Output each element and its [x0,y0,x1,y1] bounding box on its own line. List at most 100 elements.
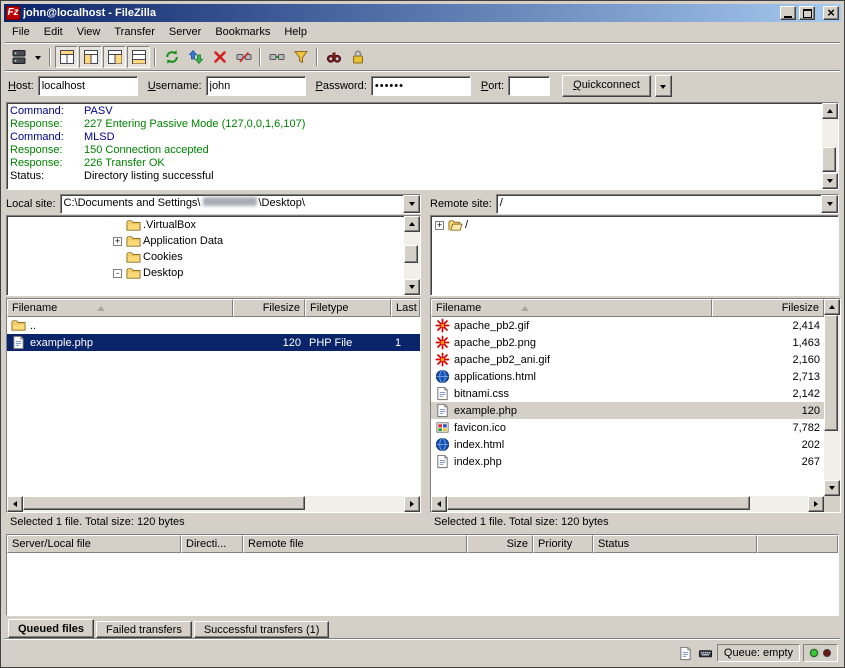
scroll-up-button[interactable] [404,216,420,232]
close-icon [827,7,835,20]
scroll-thumb[interactable] [23,496,305,510]
tree-item[interactable]: +/ [431,217,838,233]
menu-bookmarks[interactable]: Bookmarks [208,23,277,41]
remote-file-row[interactable]: apache_pb2_ani.gif2,160 [431,351,824,368]
port-input[interactable] [508,76,550,96]
local-tree-scrollbar[interactable] [404,216,420,295]
host-input[interactable] [38,76,138,96]
collapse-icon[interactable]: - [113,269,122,278]
column-remote-file[interactable]: Remote file [243,535,467,553]
username-input[interactable] [206,76,306,96]
menu-server[interactable]: Server [162,23,208,41]
maximize-button[interactable] [799,6,815,20]
column-filename[interactable]: Filename [7,299,233,317]
minimize-button[interactable] [780,6,796,20]
scroll-right-button[interactable] [808,496,824,512]
scroll-down-button[interactable] [824,480,840,496]
scroll-up-button[interactable] [824,299,840,315]
column-filetype[interactable]: Filetype [305,299,391,317]
scroll-down-button[interactable] [404,279,420,295]
column-last-modified[interactable]: Last modified [391,299,420,317]
keyboard-icon[interactable] [697,645,714,662]
local-site-combobox[interactable]: C:\Documents and Settings\\Desktop\ [60,194,421,214]
tree-item[interactable]: Cookies [7,249,404,265]
process-queue-button[interactable] [184,46,207,68]
log-line: Response:150 Connection accepted [10,144,819,157]
local-file-row[interactable]: .. [7,317,420,334]
cancel-button[interactable] [208,46,231,68]
menu-view[interactable]: View [70,23,108,41]
column-filesize[interactable]: Filesize [712,299,824,317]
toolbar [4,44,841,70]
toggle-message-log-button[interactable] [55,46,78,68]
remote-file-row[interactable]: bitnami.css2,142 [431,385,824,402]
tree-item[interactable]: -Desktop [7,265,404,281]
toggle-transfer-queue-button[interactable] [127,46,150,68]
folder-icon [126,266,141,281]
menu-file[interactable]: File [5,23,37,41]
local-list-hscrollbar[interactable] [7,496,420,512]
log-line: Command:MLSD [10,131,819,144]
remote-file-row[interactable]: index.html202 [431,436,824,453]
menu-edit[interactable]: Edit [37,23,70,41]
site-manager-button[interactable] [7,46,30,68]
toggle-local-tree-button[interactable] [79,46,102,68]
password-input[interactable] [371,76,471,96]
disconnect-button[interactable] [232,46,255,68]
log-scrollbar[interactable] [822,103,838,189]
combo-dropdown-button[interactable] [821,195,838,213]
app-icon: Fz [6,6,20,20]
scroll-up-button[interactable] [822,103,838,119]
scroll-thumb[interactable] [822,147,836,172]
close-button[interactable] [823,6,839,20]
scroll-thumb[interactable] [404,245,418,263]
tab-queued-files[interactable]: Queued files [8,619,94,638]
tab-failed-transfers[interactable]: Failed transfers [96,621,192,638]
column-filesize[interactable]: Filesize [233,299,305,317]
refresh-button[interactable] [160,46,183,68]
remote-list-hscrollbar[interactable] [431,496,824,512]
quickconnect-dropdown-button[interactable] [655,75,672,97]
remote-site-label: Remote site: [430,198,492,210]
remote-site-combobox[interactable]: / [496,194,839,214]
expand-icon[interactable]: + [435,221,444,230]
find-files-button[interactable] [322,46,345,68]
remote-file-row[interactable]: apache_pb2.png1,463 [431,334,824,351]
column-filename[interactable]: Filename [431,299,712,317]
column-size[interactable]: Size [467,535,533,553]
title-bar[interactable]: Fz john@localhost - FileZilla [4,4,841,22]
tree-item[interactable]: .VirtualBox [7,217,404,233]
remote-file-row[interactable]: index.php267 [431,453,824,470]
tab-successful-transfers[interactable]: Successful transfers (1) [194,621,330,638]
site-manager-dropdown-button[interactable] [31,46,45,68]
column-direction[interactable]: Directi... [181,535,243,553]
remote-file-row-selected[interactable]: example.php120 [431,402,824,419]
menu-transfer[interactable]: Transfer [107,23,162,41]
scroll-left-button[interactable] [431,496,447,512]
html-file-icon [435,437,450,452]
filter-button[interactable] [289,46,312,68]
scroll-thumb[interactable] [824,315,838,431]
reconnect-button[interactable] [265,46,288,68]
scroll-down-button[interactable] [822,173,838,189]
log-page-icon[interactable] [677,645,694,662]
menu-help[interactable]: Help [277,23,314,41]
scroll-right-button[interactable] [404,496,420,512]
column-priority[interactable]: Priority [533,535,593,553]
local-file-row-selected[interactable]: example.php 120 PHP File 1 [7,334,420,351]
remote-file-row[interactable]: applications.html2,713 [431,368,824,385]
toggle-remote-tree-button[interactable] [103,46,126,68]
quickconnect-button[interactable]: Quickconnect [562,75,651,97]
remote-file-row[interactable]: apache_pb2.gif2,414 [431,317,824,334]
scroll-thumb[interactable] [447,496,750,510]
column-server-local-file[interactable]: Server/Local file [7,535,181,553]
remote-list-vscrollbar[interactable] [824,299,840,496]
local-tree-icon [83,49,99,65]
column-status[interactable]: Status [593,535,757,553]
scroll-left-button[interactable] [7,496,23,512]
combo-dropdown-button[interactable] [403,195,420,213]
expand-icon[interactable]: + [113,237,122,246]
tree-item[interactable]: +Application Data [7,233,404,249]
remote-file-row[interactable]: favicon.ico7,782 [431,419,824,436]
encryption-button[interactable] [346,46,369,68]
